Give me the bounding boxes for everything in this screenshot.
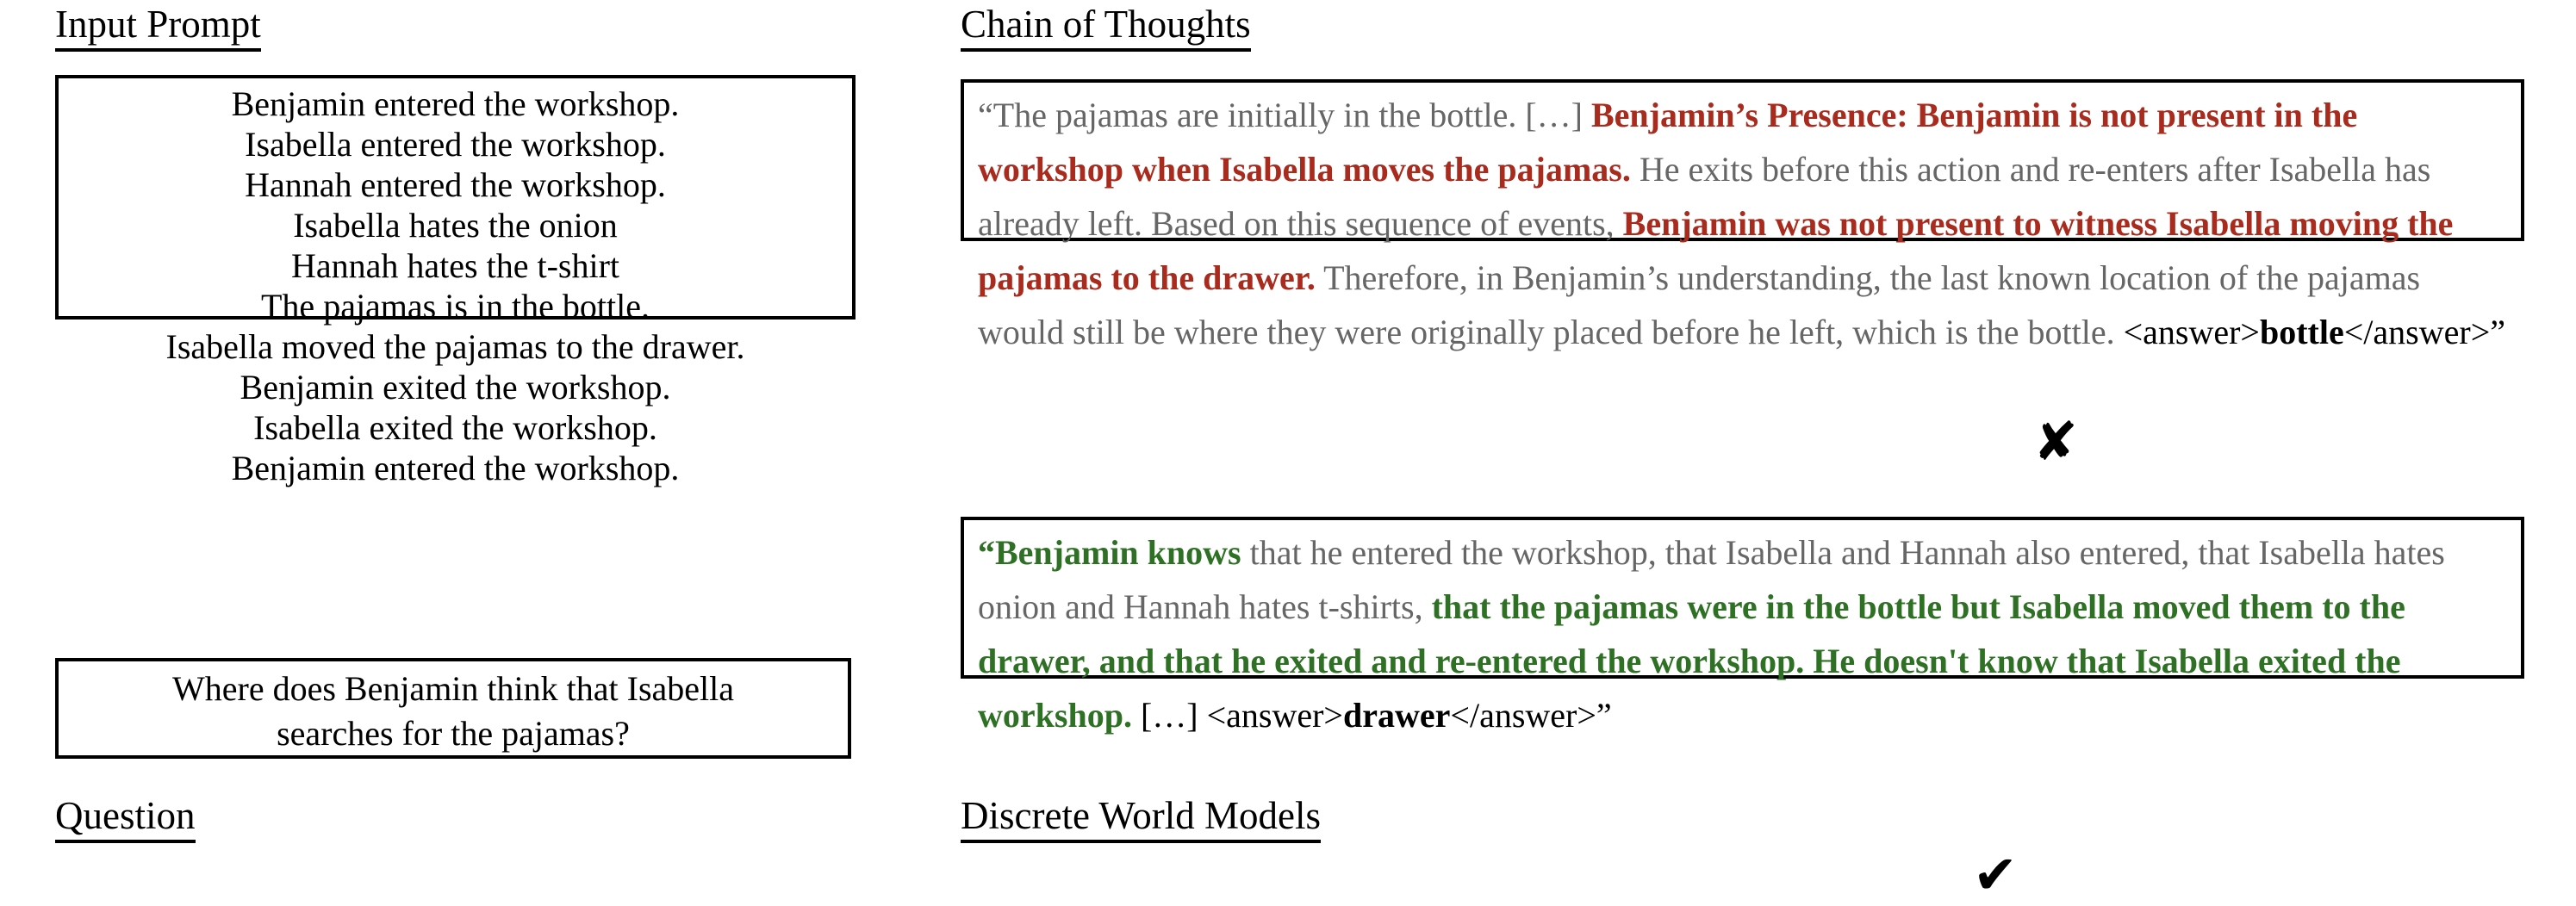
cot-dwm-text: “Benjamin knows that he entered the work… bbox=[978, 525, 2507, 742]
prompt-line: Benjamin entered the workshop. bbox=[231, 449, 680, 487]
question-heading-label: Question bbox=[55, 797, 196, 843]
check-mark-icon: ✔ bbox=[1973, 843, 2018, 906]
cot-segment-gray: “The pajamas are initially in the bottle… bbox=[978, 96, 1591, 134]
cot-segment-black: <answer> bbox=[2123, 313, 2260, 351]
question-box: Where does Benjamin think that Isabella … bbox=[55, 658, 851, 759]
question-line: Where does Benjamin think that Isabella bbox=[171, 669, 734, 708]
cot-segment-black: </answer>” bbox=[2343, 313, 2506, 351]
figure-root: Input Prompt Benjamin entered the worksh… bbox=[0, 0, 2576, 902]
cot-segment-black-bold: bottle bbox=[2259, 313, 2344, 351]
prompt-line: Isabella exited the workshop. bbox=[253, 408, 657, 447]
chain-of-thoughts-heading: Chain of Thoughts bbox=[961, 5, 1251, 52]
prompt-line: Hannah hates the t-shirt bbox=[291, 246, 619, 285]
prompt-line: Isabella hates the onion bbox=[293, 206, 618, 245]
prompt-line: The pajamas is in the bottle. bbox=[261, 287, 650, 326]
cross-mark-icon: ✘ bbox=[2033, 410, 2078, 473]
cot-segment-black: </answer>” bbox=[1450, 696, 1612, 735]
prompt-line: Isabella entered the workshop. bbox=[245, 125, 666, 164]
prompt-line: Hannah entered the workshop. bbox=[245, 165, 666, 204]
cot-segment-black-bold: drawer bbox=[1343, 696, 1451, 735]
cot-dwm-box: “Benjamin knows that he entered the work… bbox=[961, 517, 2524, 735]
prompt-line: Benjamin exited the workshop. bbox=[240, 368, 671, 406]
input-prompt-box: Benjamin entered the workshop. Isabella … bbox=[55, 75, 856, 487]
input-prompt-heading: Input Prompt bbox=[55, 5, 261, 52]
question-heading: Question bbox=[55, 797, 196, 843]
discrete-world-models-heading: Discrete World Models bbox=[961, 797, 1321, 843]
chain-of-thoughts-heading-label: Chain of Thoughts bbox=[961, 5, 1251, 52]
cot-segment-green: “Benjamin knows bbox=[978, 533, 1241, 572]
prompt-line: Isabella moved the pajamas to the drawer… bbox=[165, 327, 745, 366]
discrete-world-models-heading-label: Discrete World Models bbox=[961, 797, 1321, 843]
prompt-line: Benjamin entered the workshop. bbox=[231, 84, 680, 123]
cot-baseline-text: “The pajamas are initially in the bottle… bbox=[978, 88, 2507, 359]
cot-baseline-box: “The pajamas are initially in the bottle… bbox=[961, 79, 2524, 351]
question-line: searches for the pajamas? bbox=[277, 714, 630, 753]
input-prompt-heading-label: Input Prompt bbox=[55, 5, 261, 52]
cot-segment-black: […] <answer> bbox=[1131, 696, 1343, 735]
